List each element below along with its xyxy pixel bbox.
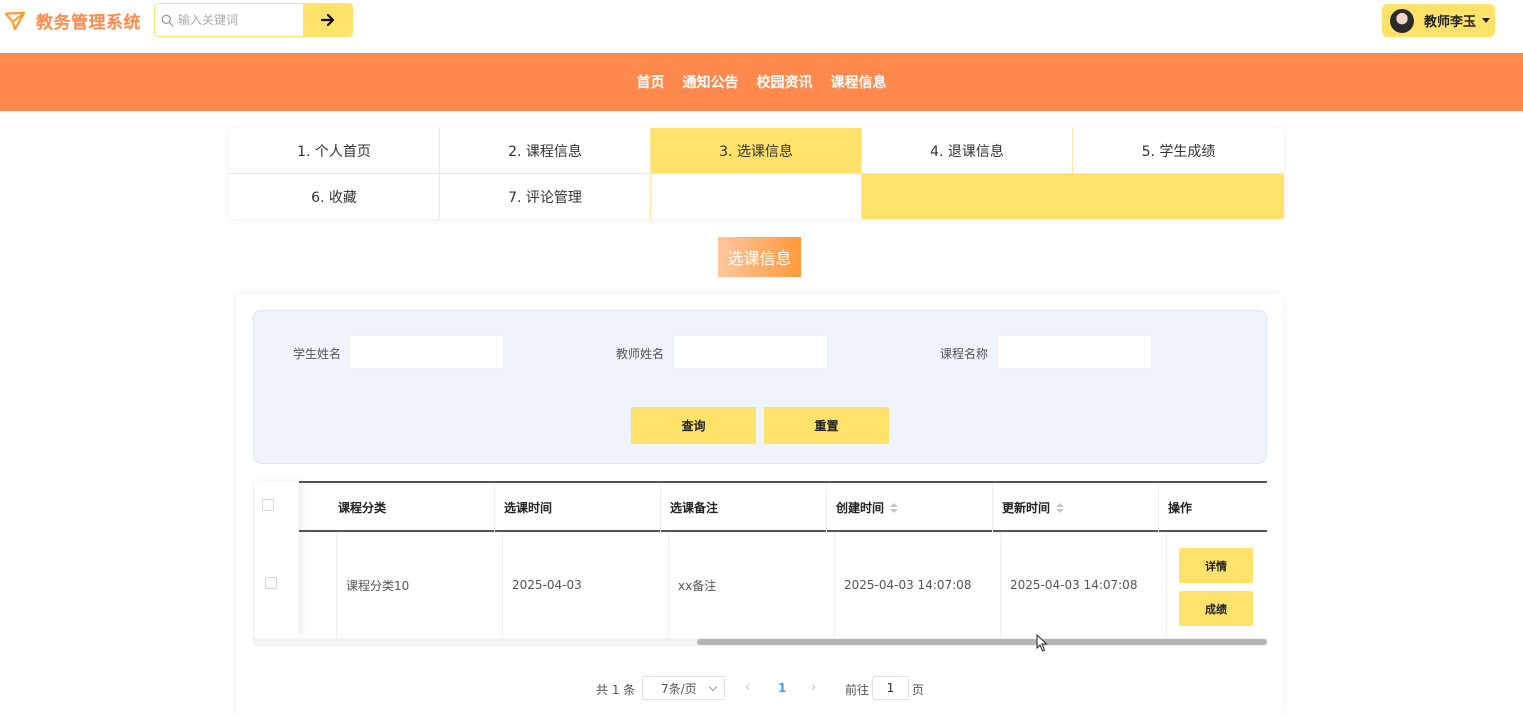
search-submit-button[interactable] <box>303 3 353 37</box>
sort-icon[interactable] <box>890 502 899 513</box>
main-panel: 学生姓名 教师姓名 课程名称 查询 重置 课程分类 选课时间 选课备注 创建时间… <box>236 294 1283 714</box>
column-header-select-time: 选课时间 <box>495 483 661 532</box>
nav-campus-news[interactable]: 校园资讯 <box>757 72 813 92</box>
student-name-input[interactable] <box>349 335 504 369</box>
page-number[interactable]: 1 <box>778 681 786 695</box>
chevron-down-icon <box>708 682 718 692</box>
sort-icon[interactable] <box>1056 502 1065 513</box>
column-header-created[interactable]: 创建时间 <box>827 483 993 532</box>
search-bar <box>154 3 353 37</box>
top-bar: 教务管理系统 教师李玉 <box>0 0 1523 53</box>
cell-actions: 详情 成绩 <box>1167 532 1267 638</box>
paper-plane-icon <box>4 11 26 30</box>
teacher-name-input[interactable] <box>673 335 828 369</box>
data-table: 课程分类 选课时间 选课备注 创建时间 更新时间 操作 课程分类10 2025-… <box>253 481 1267 647</box>
column-header-remark: 选课备注 <box>661 483 827 532</box>
user-menu[interactable]: 教师李玉 <box>1382 4 1495 37</box>
column-header-updated[interactable]: 更新时间 <box>993 483 1159 532</box>
scrollbar-thumb[interactable] <box>697 639 1267 645</box>
filter-form: 学生姓名 教师姓名 课程名称 查询 重置 <box>253 310 1267 464</box>
query-button[interactable]: 查询 <box>631 407 756 444</box>
tab-empty-cell <box>651 174 862 219</box>
center-tab-grid: 1. 个人首页 2. 课程信息 3. 选课信息 4. 退课信息 5. 学生成绩 … <box>229 128 1284 219</box>
goto-label: 前往 <box>845 683 870 697</box>
next-page-icon[interactable]: › <box>811 680 816 695</box>
search-input[interactable] <box>178 13 298 27</box>
teacher-name-label: 教师姓名 <box>616 347 665 361</box>
caret-down-icon <box>1482 18 1491 23</box>
tab-filler <box>862 174 1284 219</box>
select-all-checkbox[interactable] <box>262 499 274 511</box>
cell-created: 2025-04-03 14:07:08 <box>835 532 1001 638</box>
course-name-label: 课程名称 <box>940 347 989 361</box>
prev-page-icon[interactable]: ‹ <box>745 680 750 695</box>
mouse-cursor-icon <box>1036 634 1048 652</box>
horizontal-scrollbar[interactable] <box>253 638 1267 646</box>
reset-button[interactable]: 重置 <box>764 407 889 444</box>
column-header-created-label: 创建时间 <box>836 501 885 515</box>
page-size-value: 7条/页 <box>661 681 697 696</box>
app-title: 教务管理系统 <box>36 13 141 33</box>
total-count: 共 1 条 <box>596 683 636 697</box>
search-icon <box>161 14 174 27</box>
detail-button[interactable]: 详情 <box>1179 548 1253 583</box>
course-name-input[interactable] <box>997 335 1152 369</box>
column-header-updated-label: 更新时间 <box>1002 501 1051 515</box>
student-name-label: 学生姓名 <box>293 347 342 361</box>
nav-notices[interactable]: 通知公告 <box>683 72 739 92</box>
nav-course-info[interactable]: 课程信息 <box>831 72 887 92</box>
hidden-column-cell <box>299 532 337 638</box>
nav-home[interactable]: 首页 <box>637 72 665 92</box>
arrow-right-icon <box>321 14 335 26</box>
page-suffix: 页 <box>912 683 925 697</box>
page-size-select[interactable]: 7条/页 <box>642 676 725 700</box>
column-header-category: 课程分类 <box>329 483 495 532</box>
score-button[interactable]: 成绩 <box>1179 591 1253 626</box>
tab-favorites[interactable]: 6. 收藏 <box>229 174 440 219</box>
avatar <box>1390 8 1414 33</box>
cell-updated: 2025-04-03 14:07:08 <box>1001 532 1167 638</box>
tab-course-info[interactable]: 2. 课程信息 <box>440 128 651 174</box>
tab-comment-management[interactable]: 7. 评论管理 <box>440 174 651 219</box>
tab-personal-home[interactable]: 1. 个人首页 <box>229 128 440 174</box>
pagination: 共 1 条 7条/页 ‹ 1 › 前往 页 <box>236 676 1283 700</box>
user-name: 教师李玉 <box>1424 15 1477 30</box>
app-logo[interactable]: 教务管理系统 <box>4 8 141 33</box>
goto-page-input[interactable] <box>872 676 909 700</box>
selection-column <box>253 481 299 638</box>
tab-course-drop[interactable]: 4. 退课信息 <box>862 128 1073 174</box>
table-row: 课程分类10 2025-04-03 xx备注 2025-04-03 14:07:… <box>253 532 1267 638</box>
cell-remark: xx备注 <box>669 532 835 638</box>
main-nav: 首页 通知公告 校园资讯 课程信息 <box>0 53 1523 111</box>
row-checkbox[interactable] <box>265 577 277 589</box>
search-box[interactable] <box>154 3 303 37</box>
table-header: 课程分类 选课时间 选课备注 创建时间 更新时间 操作 <box>253 481 1267 532</box>
column-header-actions: 操作 <box>1168 501 1193 515</box>
cell-category: 课程分类10 <box>337 532 503 638</box>
tab-course-selection[interactable]: 3. 选课信息 <box>651 128 862 174</box>
cell-select-time: 2025-04-03 <box>503 532 669 638</box>
section-title: 选课信息 <box>718 237 801 277</box>
tab-student-scores[interactable]: 5. 学生成绩 <box>1073 128 1284 174</box>
